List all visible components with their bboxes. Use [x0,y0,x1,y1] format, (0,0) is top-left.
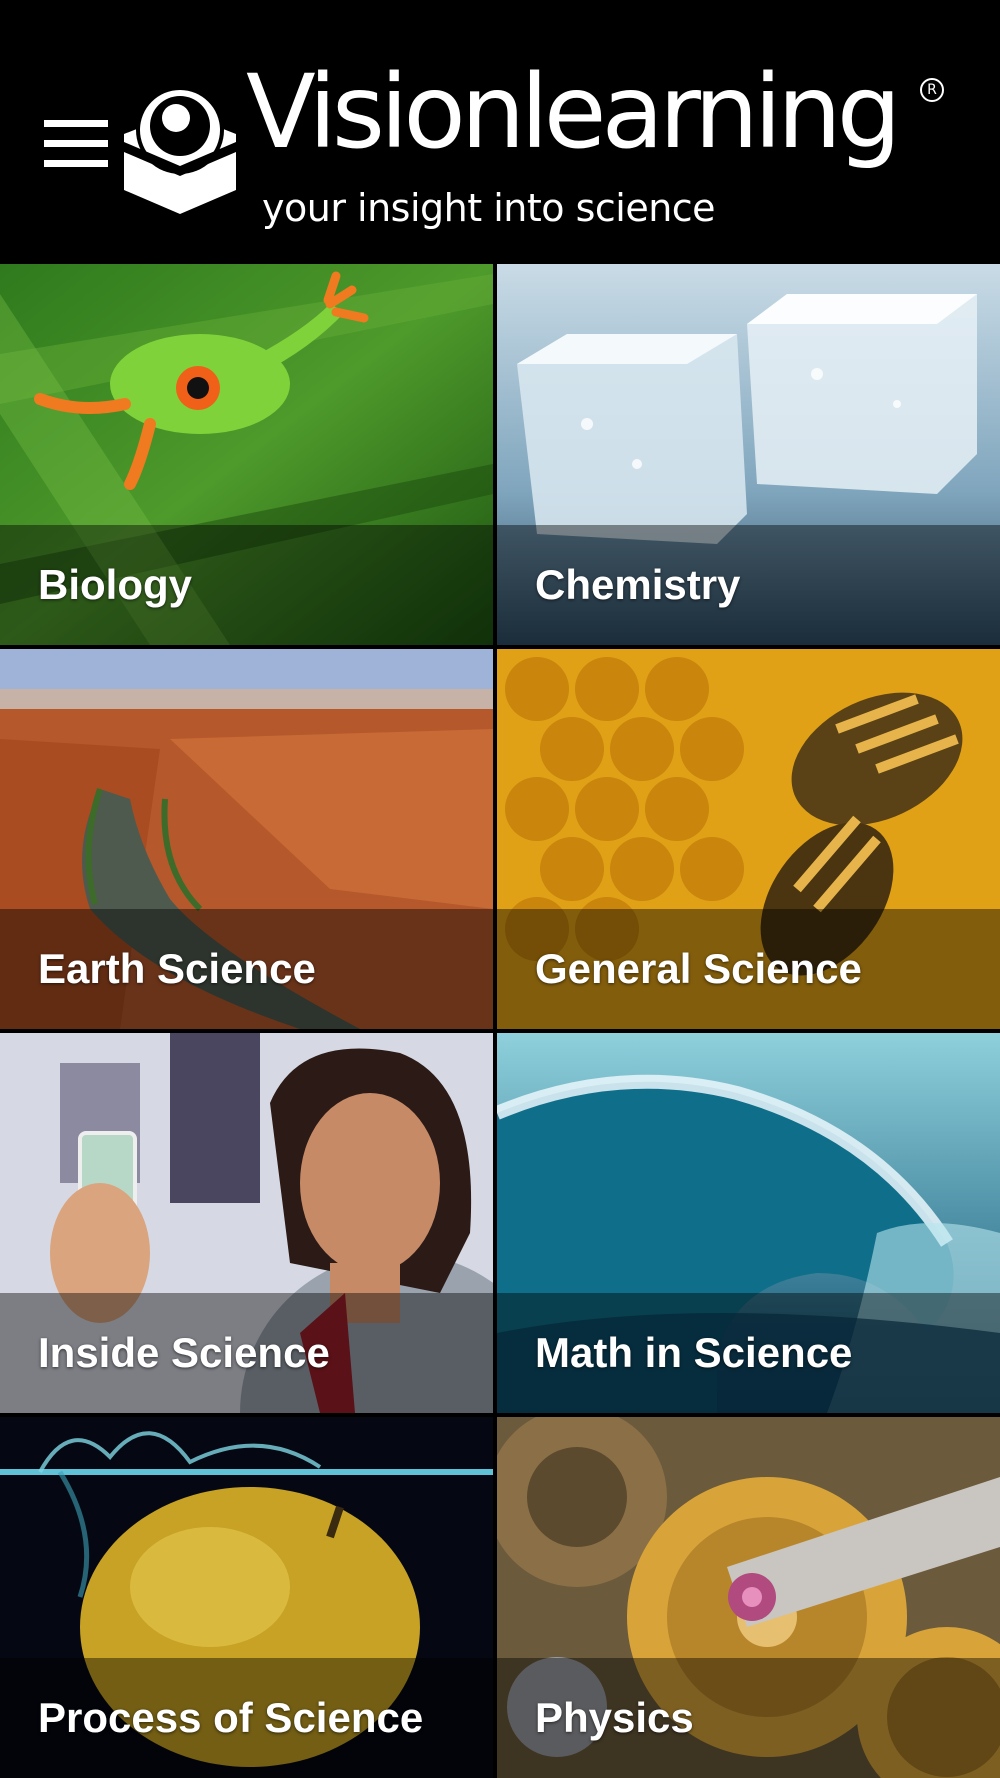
subject-tile-earth-science[interactable]: Earth Science [0,649,493,1029]
subject-label: Math in Science [535,1329,853,1376]
subject-label: Biology [38,561,192,608]
subject-label: Process of Science [38,1694,424,1741]
brand-name: Visionlearning [246,53,902,172]
tagline: your insight into science [262,186,716,230]
app-header: Visionlearning R your insight into scien… [0,0,1000,264]
hamburger-menu-icon[interactable] [44,120,108,168]
subject-tile-chemistry[interactable]: Chemistry [497,264,1000,645]
subject-label: General Science [535,945,862,992]
subject-tile-math-in-science[interactable]: Math in Science [497,1033,1000,1413]
subject-tile-physics[interactable]: Physics [497,1417,1000,1778]
registered-mark: R [920,78,944,102]
subject-label: Earth Science [38,945,316,992]
subject-tile-inside-science[interactable]: Inside Science [0,1033,493,1413]
subject-label: Physics [535,1694,694,1741]
eye-box-logo-icon [124,86,236,214]
subject-tile-process-of-science[interactable]: Process of Science [0,1417,493,1778]
subject-tile-biology[interactable]: Biology [0,264,493,645]
subject-tile-general-science[interactable]: General Science [497,649,1000,1029]
subject-label: Inside Science [38,1329,330,1376]
subject-label: Chemistry [535,561,741,608]
